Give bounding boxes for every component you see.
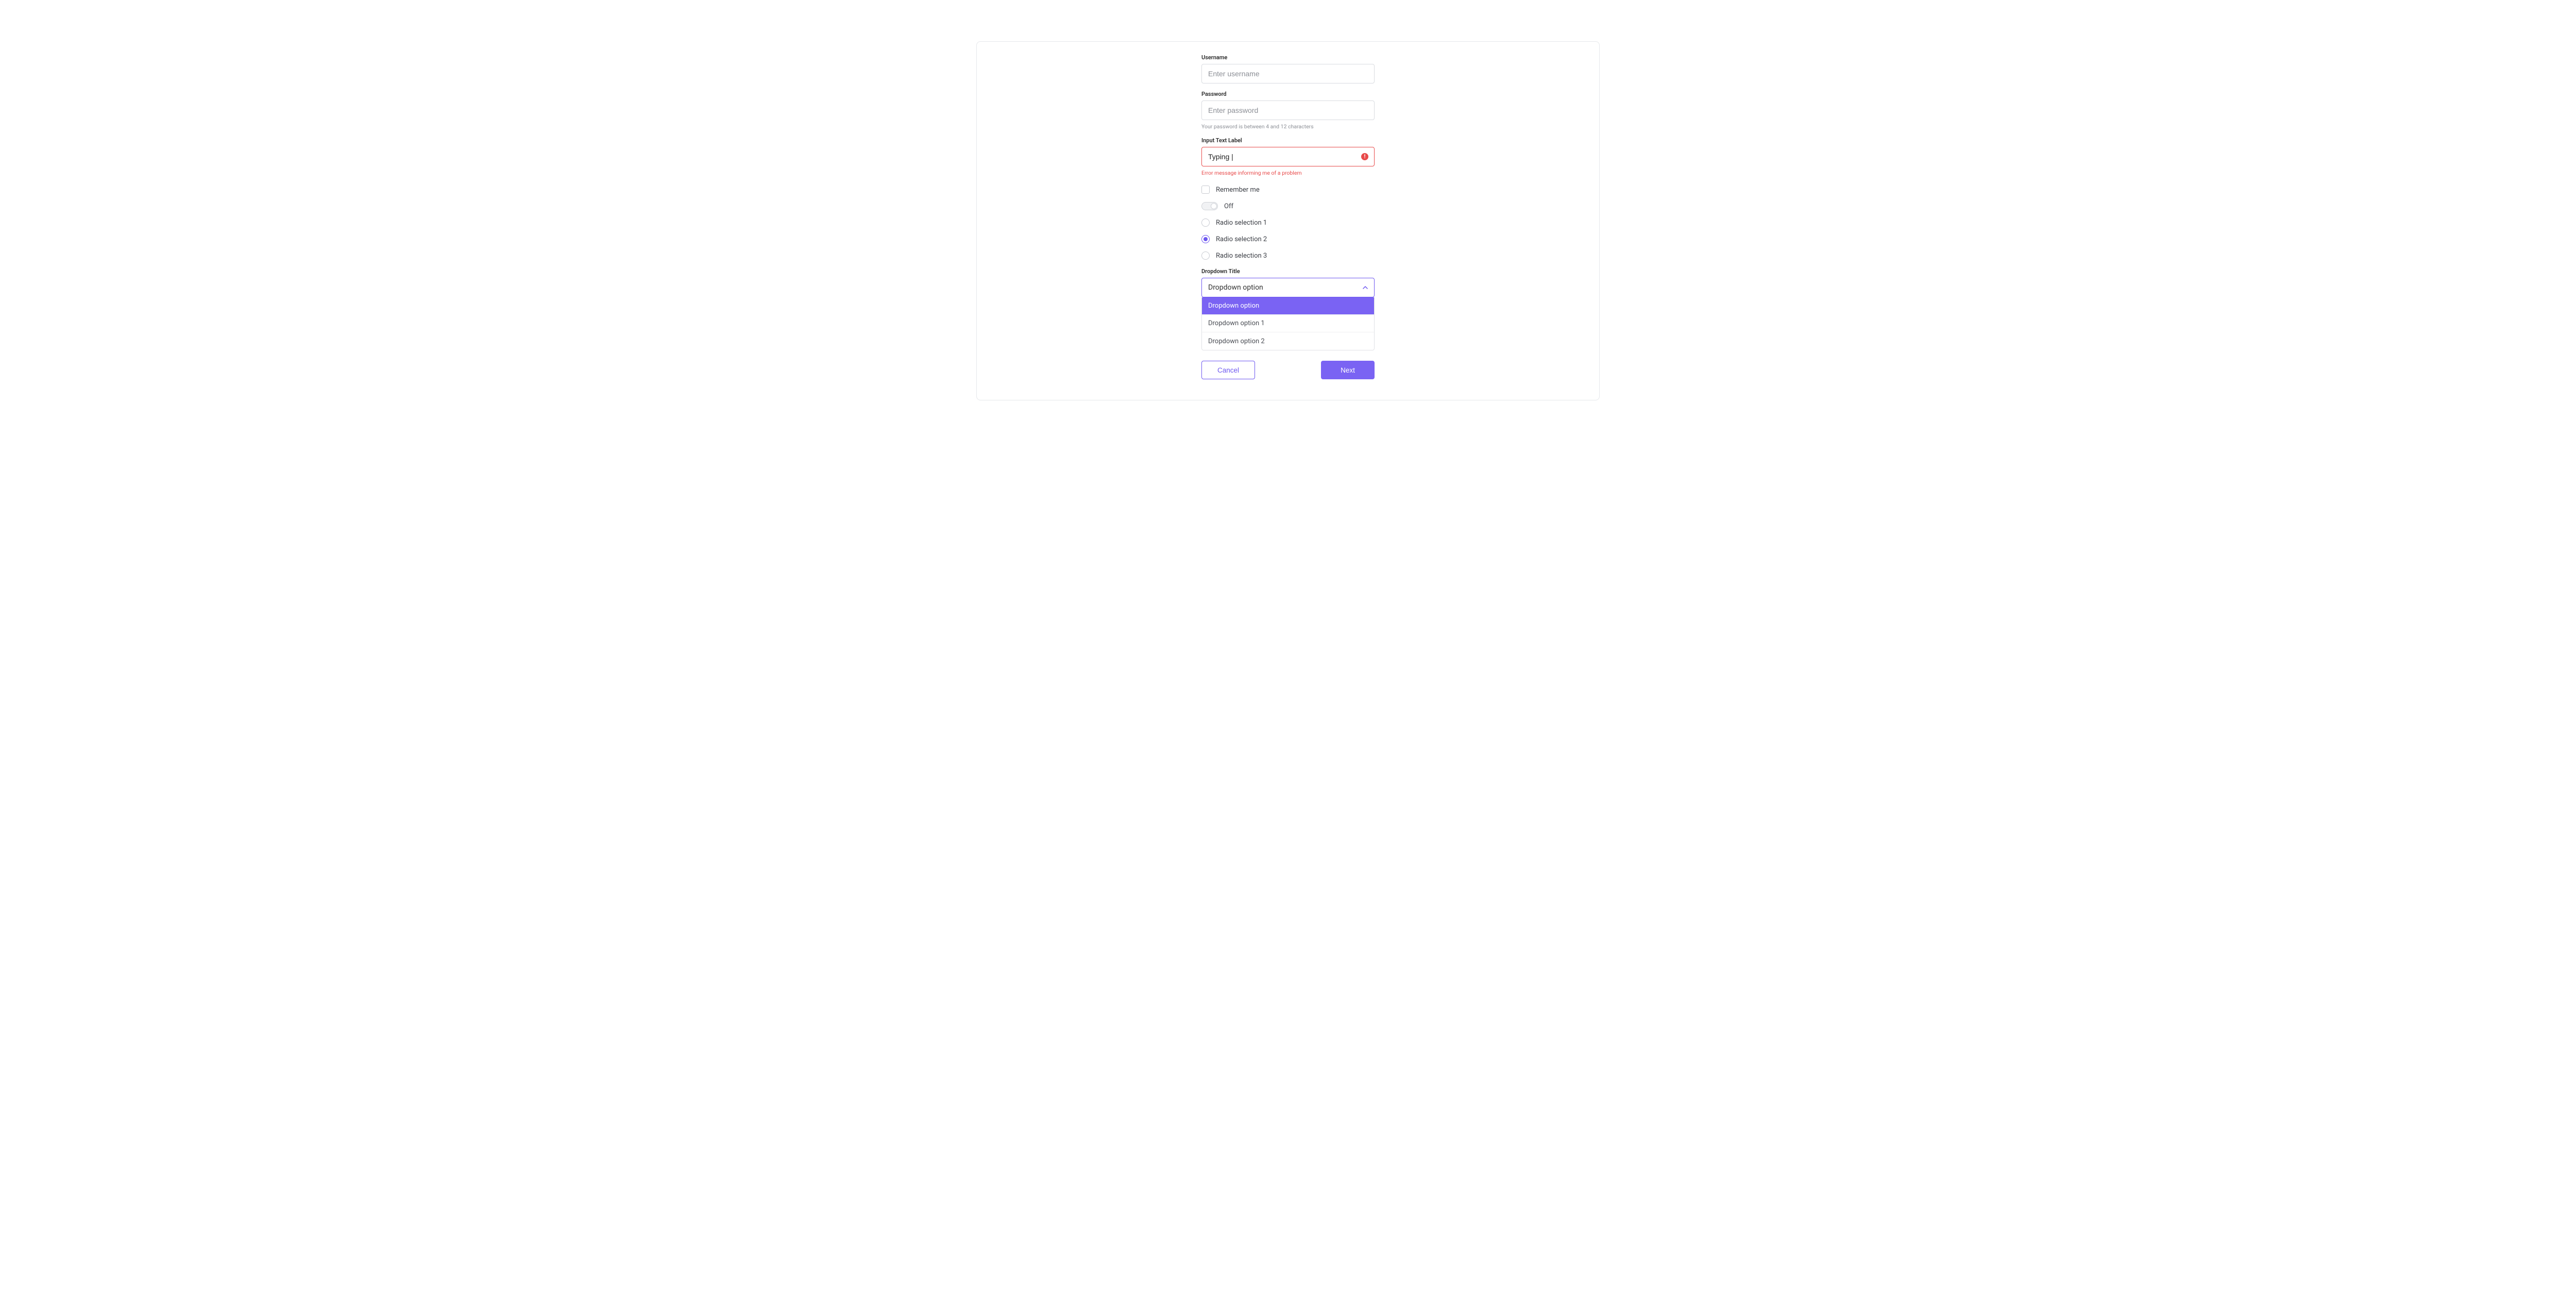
chevron-up-icon [1363,285,1368,290]
toggle-switch[interactable] [1201,202,1218,210]
dropdown-trigger[interactable]: Dropdown option [1201,278,1375,297]
dropdown-title: Dropdown Title [1201,268,1375,275]
radio-3-label: Radio selection 3 [1216,252,1267,260]
next-button[interactable]: Next [1321,361,1375,379]
radio-row-1: Radio selection 1 [1201,218,1375,227]
dropdown-selected: Dropdown option [1208,283,1263,292]
radio-row-2: Radio selection 2 [1201,235,1375,243]
dropdown-menu: Dropdown option Dropdown option 1 Dropdo… [1201,297,1375,350]
remember-checkbox[interactable] [1201,186,1210,194]
password-helper: Your password is between 4 and 12 charac… [1201,123,1375,130]
remember-label: Remember me [1216,186,1260,194]
error-field: Input Text Label Error message informing… [1201,137,1375,176]
button-row: Cancel Next [1201,361,1375,379]
form-card: Username Password Your password is betwe… [976,41,1600,400]
username-input[interactable] [1201,64,1375,83]
password-label: Password [1201,91,1375,97]
radio-1[interactable] [1201,218,1210,227]
error-input[interactable] [1201,147,1375,166]
error-input-wrap [1201,147,1375,166]
error-input-label: Input Text Label [1201,137,1375,144]
form-wrap: Username Password Your password is betwe… [1201,54,1375,379]
password-field: Password Your password is between 4 and … [1201,91,1375,130]
username-field: Username [1201,54,1375,83]
toggle-label: Off [1224,203,1233,210]
cancel-button[interactable]: Cancel [1201,361,1255,379]
dropdown-option-1[interactable]: Dropdown option 1 [1202,315,1374,332]
radio-2[interactable] [1201,235,1210,243]
error-message: Error message informing me of a problem [1201,170,1375,176]
radio-2-label: Radio selection 2 [1216,236,1267,243]
error-icon [1361,153,1368,160]
password-input[interactable] [1201,100,1375,120]
radio-3[interactable] [1201,251,1210,260]
radio-row-3: Radio selection 3 [1201,251,1375,260]
toggle-row: Off [1201,202,1375,210]
radio-2-dot [1204,237,1208,241]
radio-1-label: Radio selection 1 [1216,219,1267,227]
dropdown-option-0[interactable]: Dropdown option [1202,297,1374,315]
toggle-knob [1211,203,1217,209]
dropdown-option-2[interactable]: Dropdown option 2 [1202,332,1374,350]
dropdown-field: Dropdown Title Dropdown option Dropdown … [1201,268,1375,350]
radio-group: Radio selection 1 Radio selection 2 Radi… [1201,218,1375,260]
username-label: Username [1201,54,1375,61]
remember-row: Remember me [1201,186,1375,194]
